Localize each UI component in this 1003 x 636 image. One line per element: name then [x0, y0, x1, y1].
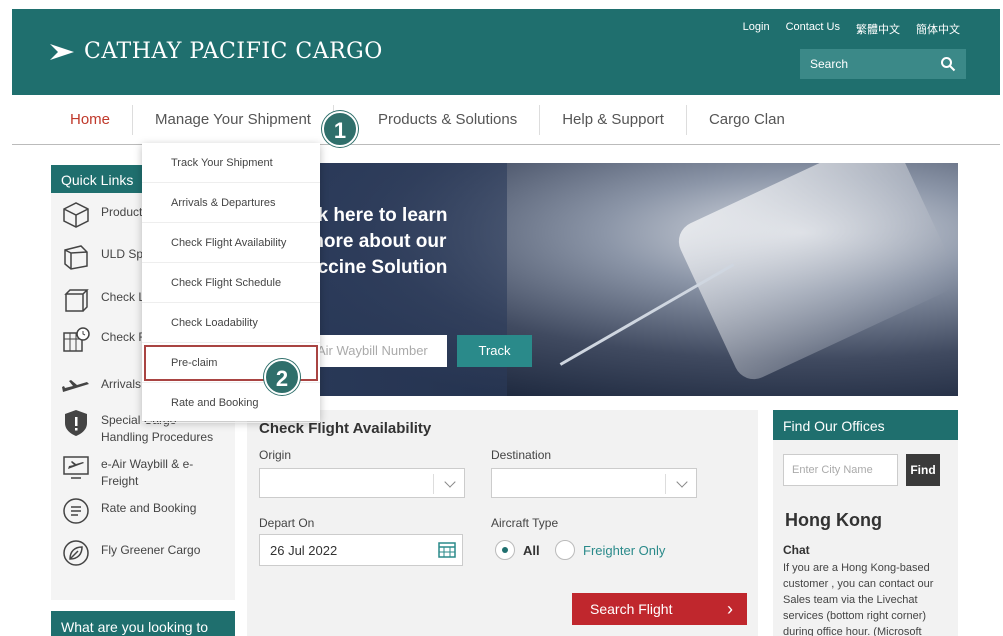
track-button[interactable]: Track	[457, 335, 532, 367]
logo-text: CATHAY PACIFIC CARGO	[84, 39, 383, 64]
city-name-input[interactable]: Enter City Name	[783, 454, 898, 486]
find-offices-panel: Find Our Offices Enter City Name Find Ho…	[773, 410, 958, 636]
quick-link-e-air-waybill[interactable]: e-Air Waybill & e- Freight	[59, 452, 229, 490]
chat-description: If you are a Hong Kong-based customer , …	[783, 562, 934, 636]
menu-check-loadability[interactable]: Check Loadability	[142, 303, 320, 343]
air-waybill-input[interactable]: Air Waybill Number	[307, 335, 447, 367]
warning-shield-icon	[59, 408, 93, 438]
radio-button-unselected[interactable]	[555, 540, 575, 560]
radio-all[interactable]: All	[495, 540, 540, 560]
find-button[interactable]: Find	[906, 454, 940, 486]
search-flight-label: Search Flight	[590, 601, 673, 617]
syringe-needle-image	[559, 263, 735, 366]
menu-track-your-shipment[interactable]: Track Your Shipment	[142, 143, 320, 183]
quick-link-label: e-Air Waybill & e- Freight	[101, 457, 194, 488]
depart-date-value: 26 Jul 2022	[270, 543, 338, 558]
nav-home[interactable]: Home	[12, 104, 134, 135]
quick-link-label: Check L	[101, 290, 146, 304]
depart-date-input[interactable]: 26 Jul 2022	[259, 534, 463, 566]
radio-all-label: All	[523, 542, 540, 558]
search-flight-button[interactable]: Search Flight ›	[572, 593, 747, 625]
step-callout-1: 1	[322, 111, 358, 147]
radio-freighter-label: Freighter Only	[583, 542, 666, 558]
radio-freighter-only[interactable]: Freighter Only	[555, 540, 665, 560]
quick-link-fly-greener[interactable]: Fly Greener Cargo	[59, 538, 229, 568]
quick-link-label: Product	[101, 205, 143, 219]
contact-us-link[interactable]: Contact Us	[786, 21, 840, 37]
menu-arrivals-departures[interactable]: Arrivals & Departures	[142, 183, 320, 223]
nav-manage-your-shipment[interactable]: Manage Your Shipment	[133, 104, 334, 135]
origin-label: Origin	[259, 448, 292, 462]
nav-cargo-clan[interactable]: Cargo Clan	[687, 105, 807, 135]
uld-container-icon	[59, 242, 93, 272]
depart-on-label: Depart On	[259, 516, 315, 530]
traditional-chinese-link[interactable]: 繁體中文	[856, 21, 900, 37]
main-nav: Home Manage Your Shipment Products & Sol…	[12, 95, 1000, 145]
nav-help-support[interactable]: Help & Support	[540, 104, 687, 135]
cargo-crate-icon	[59, 285, 93, 315]
calendar-clock-icon	[59, 325, 93, 355]
chevron-right-icon: ›	[727, 599, 733, 619]
top-links: Login Contact Us 繁體中文 簡体中文	[743, 21, 960, 37]
airplane-icon	[59, 372, 93, 402]
what-are-you-looking-panel: What are you looking to	[51, 611, 235, 636]
menu-check-flight-availability[interactable]: Check Flight Availability	[142, 223, 320, 263]
origin-select[interactable]	[259, 468, 465, 498]
vaccine-banner[interactable]: ck here to learn more about our accine S…	[247, 163, 958, 396]
nav-products-solutions[interactable]: Products & Solutions	[334, 104, 541, 135]
chevron-down-icon	[676, 476, 688, 488]
quick-link-label: Fly Greener Cargo	[101, 543, 201, 557]
leaf-icon	[59, 538, 93, 568]
brushwing-icon	[50, 43, 74, 60]
login-link[interactable]: Login	[743, 21, 770, 37]
quick-link-rate-and-booking[interactable]: Rate and Booking	[59, 496, 229, 526]
chevron-down-icon	[444, 476, 456, 488]
quick-link-label: ULD Sp	[101, 247, 144, 261]
chat-heading: Chat	[783, 543, 810, 557]
search-label: Search	[810, 57, 849, 71]
quick-link-label: Rate and Booking	[101, 501, 197, 515]
monitor-plane-icon	[59, 452, 93, 482]
destination-label: Destination	[491, 448, 552, 462]
step-callout-2: 2	[264, 359, 300, 395]
destination-select[interactable]	[491, 468, 697, 498]
offices-title: Find Our Offices	[773, 410, 958, 440]
aircraft-type-label: Aircraft Type	[491, 516, 559, 530]
search-icon[interactable]	[940, 56, 956, 72]
site-search[interactable]: Search	[800, 49, 966, 79]
simplified-chinese-link[interactable]: 簡体中文	[916, 21, 960, 37]
package-icon	[59, 200, 93, 230]
radio-button-selected[interactable]	[495, 540, 515, 560]
quick-link-label: Arrivals	[101, 377, 142, 391]
office-city-heading: Hong Kong	[785, 510, 882, 530]
check-flight-availability-panel: Check Flight Availability Origin Destina…	[247, 410, 758, 636]
cathay-pacific-cargo-logo[interactable]: CATHAY PACIFIC CARGO	[48, 39, 383, 64]
calendar-icon[interactable]	[438, 542, 456, 558]
site-header: CATHAY PACIFIC CARGO Login Contact Us 繁體…	[12, 9, 1000, 95]
menu-check-flight-schedule[interactable]: Check Flight Schedule	[142, 263, 320, 303]
banner-headline[interactable]: ck here to learn more about our accine S…	[307, 203, 447, 281]
booking-list-icon	[59, 496, 93, 526]
